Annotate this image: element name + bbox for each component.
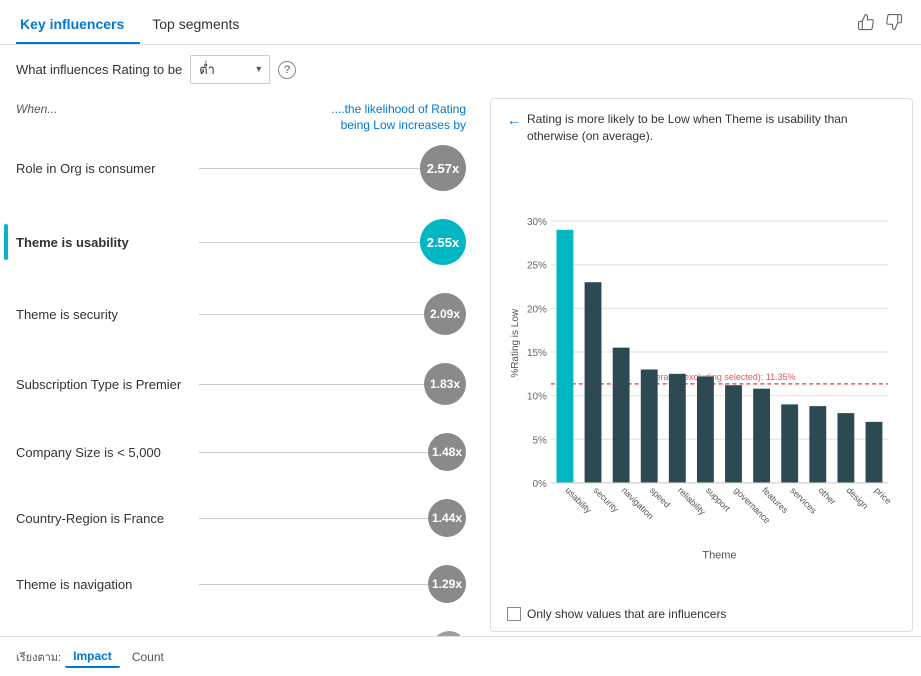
influencer-list: Role in Org is consumer 2.57x Theme is u… [16,145,474,636]
influencer-label: Role in Org is consumer [16,161,191,176]
bar-line [199,168,420,169]
influencer-row[interactable]: Theme is usability 2.55x [16,219,474,265]
filter-dropdown[interactable]: ต่ำ ▾ [190,55,270,84]
svg-text:security: security [592,485,621,514]
svg-text:%Rating is Low: %Rating is Low [510,308,521,378]
svg-text:25%: 25% [527,260,547,271]
svg-text:20%: 20% [527,304,547,315]
svg-text:Theme: Theme [702,549,736,561]
influencer-bubble: 1.29x [428,565,466,603]
bar-line [199,584,428,585]
svg-text:reliability: reliability [676,485,708,517]
influencer-bubble: 2.09x [424,293,466,335]
bar-line [199,384,424,385]
filter-value: ต่ำ [199,59,215,80]
chart-svg: 30% 25% 20% 15% 10% 5% 0% Average (excluding se… [507,155,896,601]
svg-text:10%: 10% [527,391,547,402]
influencers-only-checkbox[interactable] [507,607,521,621]
sort-tab-count[interactable]: Count [124,647,172,667]
svg-text:30%: 30% [527,217,547,228]
right-panel: ← Rating is more likely to be Low when T… [490,98,913,632]
chevron-down-icon: ▾ [256,64,261,75]
chart-area: 30% 25% 20% 15% 10% 5% 0% Average (excluding se… [507,155,896,621]
tab-top-segments[interactable]: Top segments [148,10,255,44]
selected-indicator [4,224,8,260]
influencer-row[interactable]: Theme is navigation 1.29x [16,565,474,603]
svg-text:15%: 15% [527,348,547,359]
influencer-row[interactable]: Subscription Type is Premier 1.83x [16,363,474,405]
back-arrow[interactable]: ← [507,112,521,128]
bar-line-container: 2.55x [199,219,466,265]
tab-key-influencers[interactable]: Key influencers [16,10,140,44]
influencer-label: Theme is usability [16,235,191,250]
thumbs-up-icon[interactable] [857,13,877,33]
bar-line [199,518,428,519]
svg-text:price: price [873,485,894,506]
bar-line [199,314,424,315]
bar-line-container: 2.57x [199,145,466,191]
bar-line [199,242,420,243]
header-tabs: Key influencers Top segments [0,0,921,45]
svg-text:support: support [704,485,733,514]
influencer-row[interactable]: Country-Region is France 1.44x [16,499,474,537]
influencer-bubble: 1.48x [428,433,466,471]
right-title: Rating is more likely to be Low when The… [527,111,896,145]
svg-text:0%: 0% [532,479,547,490]
influencer-bubble: 1.20x [432,631,466,636]
column-headers: When... ....the likelihood of Rating bei… [16,102,474,141]
svg-text:other: other [816,485,838,507]
bar-line [199,452,428,453]
sort-tab-impact[interactable]: Impact [65,646,120,668]
left-panel: When... ....the likelihood of Rating bei… [0,94,490,636]
influencer-label: Subscription Type is Premier [16,377,191,392]
bar-line-container: 1.20x [199,631,466,636]
checkbox-row: Only show values that are influencers [507,607,896,621]
influencer-label: Theme is navigation [16,577,191,592]
svg-text:speed: speed [648,485,672,509]
influencer-label: Country-Region is France [16,511,191,526]
bar-line-container: 1.83x [199,363,466,405]
influencer-bubble: 2.57x [420,145,466,191]
header-icons [857,13,905,41]
bar-line-container: 1.48x [199,433,466,471]
main-content: When... ....the likelihood of Rating bei… [0,94,921,636]
bottom-bar: เรียงตาม: Impact Count [0,636,921,676]
bar-line-container: 1.29x [199,565,466,603]
filter-bar: What influences Rating to be ต่ำ ▾ ? [0,45,921,94]
svg-text:5%: 5% [532,435,547,446]
influencer-bubble: 2.55x [420,219,466,265]
influencer-row[interactable]: Role in Org is consumer 2.57x [16,145,474,191]
influencer-row[interactable]: Company Size is < 5,000 1.48x [16,433,474,471]
sort-label: เรียงตาม: [16,648,61,666]
help-icon[interactable]: ? [278,61,296,79]
svg-text:usability: usability [564,485,594,515]
likelihood-header: ....the likelihood of Rating being Low i… [306,102,466,133]
filter-label: What influences Rating to be [16,62,182,77]
influencer-row[interactable]: Theme is speed 1.20x [16,631,474,636]
influencer-row[interactable]: Theme is security 2.09x [16,293,474,335]
svg-text:Average (excluding selected):: Average (excluding selected): 11.35% [645,371,795,381]
influencer-label: Company Size is < 5,000 [16,445,191,460]
checkbox-label: Only show values that are influencers [527,607,726,621]
when-header: When... [16,102,57,116]
influencer-bubble: 1.44x [428,499,466,537]
right-header: ← Rating is more likely to be Low when T… [507,111,896,145]
influencer-bubble: 1.83x [424,363,466,405]
tabs-left: Key influencers Top segments [16,10,263,44]
influencer-label: Theme is security [16,307,191,322]
thumbs-down-icon[interactable] [885,13,905,33]
svg-text:design: design [844,485,870,511]
bar-line-container: 2.09x [199,293,466,335]
bar-line-container: 1.44x [199,499,466,537]
svg-text:services: services [788,485,819,516]
